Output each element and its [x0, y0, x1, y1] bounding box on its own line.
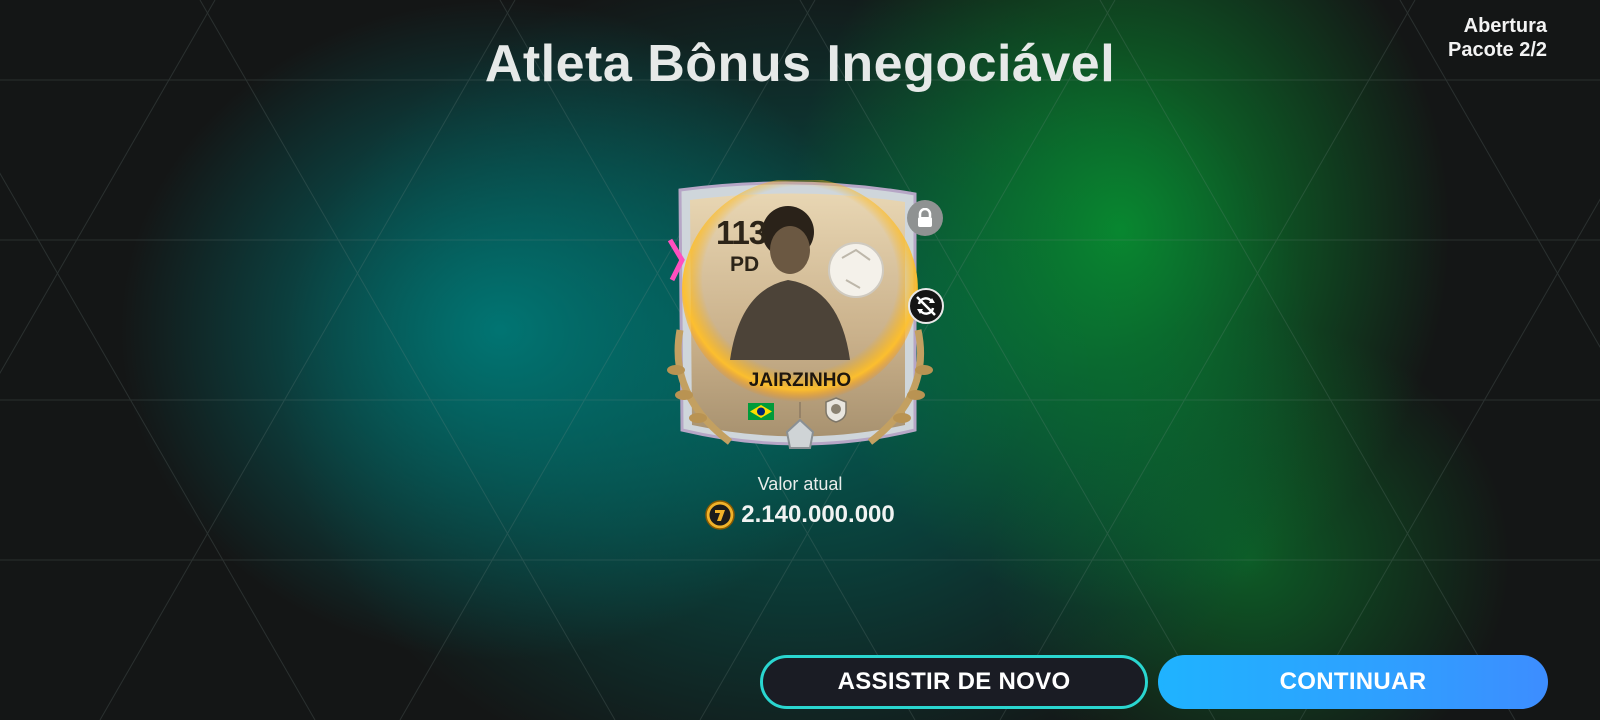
player-position: PD	[730, 253, 760, 276]
player-name: JAIRZINHO	[748, 370, 852, 391]
value-row: 2.140.000.000	[0, 500, 1600, 530]
brazil-flag-icon	[748, 403, 774, 420]
untradeable-icon	[908, 288, 944, 324]
continue-button[interactable]: CONTINUAR	[1158, 655, 1548, 709]
page-title: Atleta Bônus Inegociável	[484, 35, 1116, 93]
pack-progress: Abertura Pacote 2/2	[1448, 14, 1547, 62]
player-card[interactable]: 113 PD JAIRZINHO	[660, 180, 944, 480]
lock-icon	[907, 200, 943, 236]
value-label: Valor atual	[757, 474, 843, 494]
pack-count: Pacote 2/2	[1448, 39, 1547, 61]
value-amount: 2.140.000.000	[741, 501, 895, 528]
fc-coin-icon	[705, 500, 735, 530]
card-artwork	[667, 180, 933, 449]
club-badge-icon	[825, 397, 847, 423]
watch-again-button[interactable]: ASSISTIR DE NOVO	[760, 655, 1148, 709]
pack-label: Abertura	[1463, 15, 1547, 37]
player-rating: 113	[716, 214, 767, 251]
